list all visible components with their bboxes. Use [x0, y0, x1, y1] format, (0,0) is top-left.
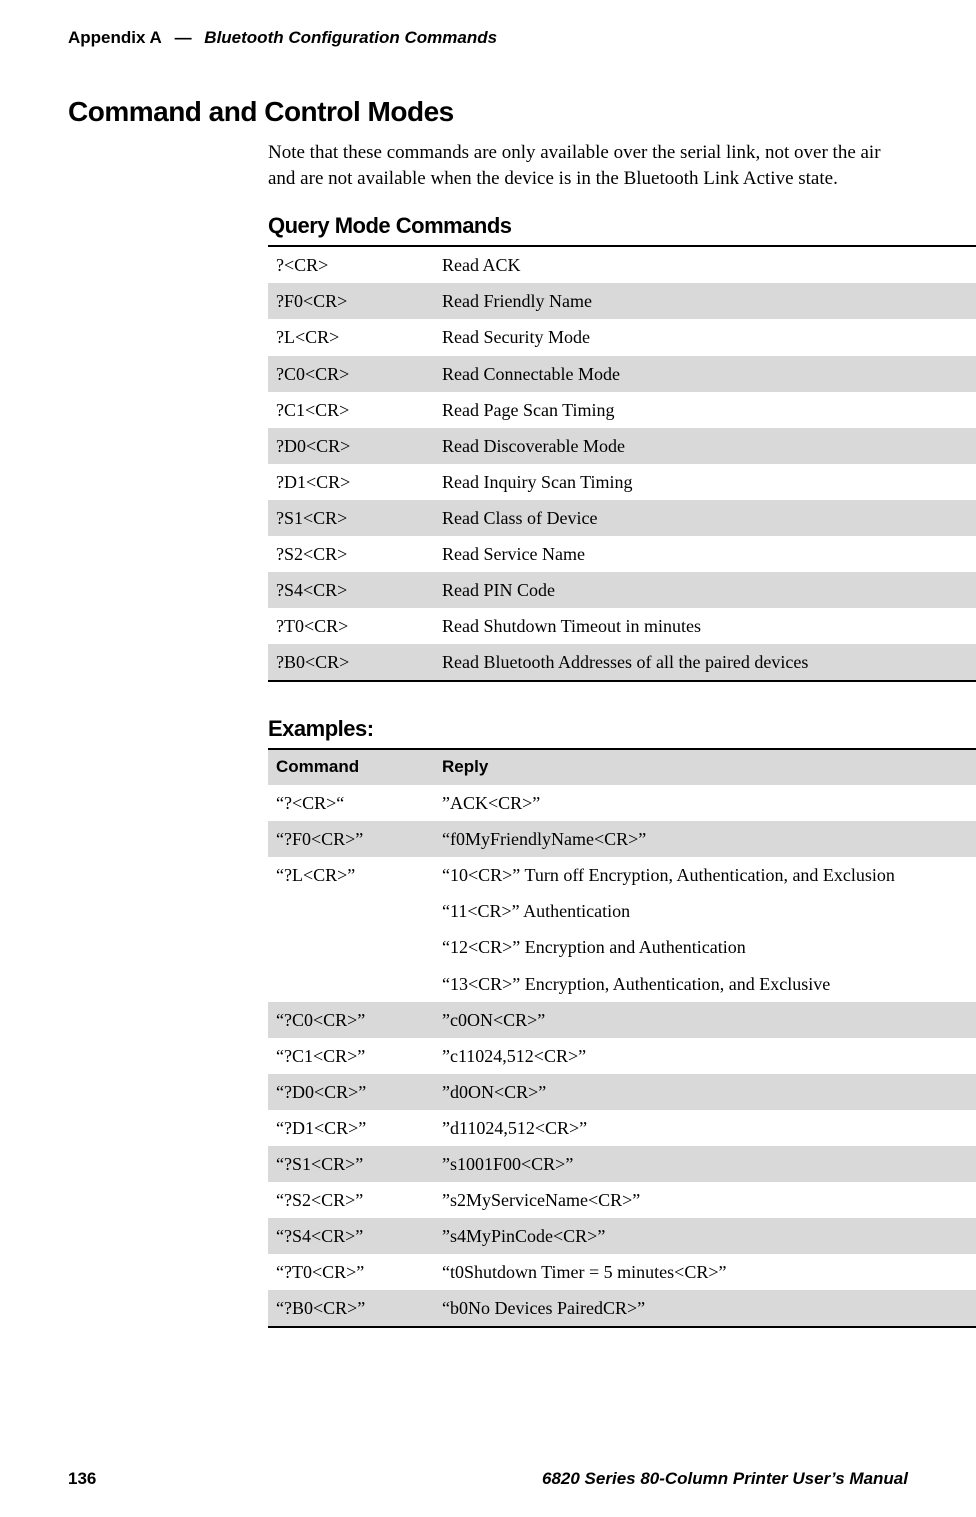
table-row: ?D1<CR>Read Inquiry Scan Timing	[268, 464, 976, 500]
command-cell: ?B0<CR>	[268, 644, 434, 681]
reply-cell: ”ACK<CR>”	[434, 785, 976, 821]
reply-cell: ”s1001F00<CR>”	[434, 1146, 976, 1182]
reply-cell: ”d0ON<CR>”	[434, 1074, 976, 1110]
command-cell: ?S1<CR>	[268, 500, 434, 536]
table-header-row: Command Reply	[268, 749, 976, 785]
command-cell: “?C1<CR>”	[268, 1038, 434, 1074]
description-cell: Read Connectable Mode	[434, 356, 976, 392]
command-cell: “?C0<CR>”	[268, 1002, 434, 1038]
reply-cell: ”c0ON<CR>”	[434, 1002, 976, 1038]
manual-title: 6820 Series 80-Column Printer User’s Man…	[542, 1469, 908, 1489]
command-cell: “?D0<CR>”	[268, 1074, 434, 1110]
description-cell: Read Service Name	[434, 536, 976, 572]
command-cell: “?L<CR>”	[268, 857, 434, 1001]
table-row: ?D0<CR>Read Discoverable Mode	[268, 428, 976, 464]
description-cell: Read Shutdown Timeout in minutes	[434, 608, 976, 644]
description-cell: Read Class of Device	[434, 500, 976, 536]
query-mode-commands-table: ?<CR>Read ACK?F0<CR>Read Friendly Name?L…	[268, 245, 976, 682]
description-cell: Read Bluetooth Addresses of all the pair…	[434, 644, 976, 681]
examples-heading: Examples:	[268, 716, 908, 742]
table-row: “?T0<CR>”“t0Shutdown Timer = 5 minutes<C…	[268, 1254, 976, 1290]
table-row: “?C0<CR>””c0ON<CR>”	[268, 1002, 976, 1038]
command-cell: “?T0<CR>”	[268, 1254, 434, 1290]
table-row: “?C1<CR>””c11024,512<CR>”	[268, 1038, 976, 1074]
reply-cell: “b0No Devices PairedCR>”	[434, 1290, 976, 1327]
command-cell: “?B0<CR>”	[268, 1290, 434, 1327]
table-row: “?D0<CR>””d0ON<CR>”	[268, 1074, 976, 1110]
reply-cell: “t0Shutdown Timer = 5 minutes<CR>”	[434, 1254, 976, 1290]
table-row: ?B0<CR>Read Bluetooth Addresses of all t…	[268, 644, 976, 681]
reply-line: “13<CR>” Encryption, Authentication, and…	[442, 971, 976, 997]
description-cell: Read Friendly Name	[434, 283, 976, 319]
command-cell: “?D1<CR>”	[268, 1110, 434, 1146]
table-row: “?B0<CR>”“b0No Devices PairedCR>”	[268, 1290, 976, 1327]
page-header: Appendix A — Bluetooth Configuration Com…	[68, 28, 908, 48]
table-row: “?F0<CR>”“f0MyFriendlyName<CR>”	[268, 821, 976, 857]
header-dash: —	[175, 28, 192, 47]
table-row: “?<CR>“”ACK<CR>”	[268, 785, 976, 821]
reply-line: “12<CR>” Encryption and Authentication	[442, 934, 976, 960]
chapter-title: Bluetooth Configuration Commands	[204, 28, 497, 47]
table-row: ?C1<CR>Read Page Scan Timing	[268, 392, 976, 428]
command-cell: “?S1<CR>”	[268, 1146, 434, 1182]
page-footer: 136 6820 Series 80-Column Printer User’s…	[68, 1469, 908, 1489]
table-row: ?<CR>Read ACK	[268, 246, 976, 283]
reply-cell: “f0MyFriendlyName<CR>”	[434, 821, 976, 857]
command-cell: ?C1<CR>	[268, 392, 434, 428]
table-row: ?T0<CR>Read Shutdown Timeout in minutes	[268, 608, 976, 644]
reply-cell: “10<CR>” Turn off Encryption, Authentica…	[434, 857, 976, 1001]
command-cell: ?S2<CR>	[268, 536, 434, 572]
table-row: ?C0<CR>Read Connectable Mode	[268, 356, 976, 392]
query-heading: Query Mode Commands	[268, 213, 908, 239]
examples-table: Command Reply “?<CR>“”ACK<CR>”“?F0<CR>”“…	[268, 748, 976, 1328]
command-cell: “?S4<CR>”	[268, 1218, 434, 1254]
table-row: ?S4<CR>Read PIN Code	[268, 572, 976, 608]
appendix-label: Appendix A	[68, 28, 162, 47]
reply-cell: ”s4MyPinCode<CR>”	[434, 1218, 976, 1254]
table-row: “?L<CR>” “10<CR>” Turn off Encryption, Au…	[268, 857, 976, 1001]
page-title: Command and Control Modes	[68, 96, 908, 128]
description-cell: Read PIN Code	[434, 572, 976, 608]
description-cell: Read ACK	[434, 246, 976, 283]
table-row: “?S1<CR>””s1001F00<CR>”	[268, 1146, 976, 1182]
table-row: “?D1<CR>””d11024,512<CR>”	[268, 1110, 976, 1146]
table-row: ?S2<CR>Read Service Name	[268, 536, 976, 572]
command-cell: ?C0<CR>	[268, 356, 434, 392]
command-cell: “?S2<CR>”	[268, 1182, 434, 1218]
column-header-reply: Reply	[434, 749, 976, 785]
reply-cell: ”d11024,512<CR>”	[434, 1110, 976, 1146]
reply-cell: ”s2MyServiceName<CR>”	[434, 1182, 976, 1218]
table-row: ?L<CR>Read Security Mode	[268, 319, 976, 355]
table-row: ?S1<CR>Read Class of Device	[268, 500, 976, 536]
command-cell: ?D1<CR>	[268, 464, 434, 500]
description-cell: Read Page Scan Timing	[434, 392, 976, 428]
table-row: “?S4<CR>””s4MyPinCode<CR>”	[268, 1218, 976, 1254]
command-cell: “?<CR>“	[268, 785, 434, 821]
description-cell: Read Discoverable Mode	[434, 428, 976, 464]
intro-paragraph: Note that these commands are only availa…	[268, 140, 908, 191]
command-cell: ?T0<CR>	[268, 608, 434, 644]
command-cell: ?L<CR>	[268, 319, 434, 355]
command-cell: “?F0<CR>”	[268, 821, 434, 857]
table-row: “?S2<CR>””s2MyServiceName<CR>”	[268, 1182, 976, 1218]
reply-line: “11<CR>” Authentication	[442, 898, 976, 924]
table-row: ?F0<CR>Read Friendly Name	[268, 283, 976, 319]
command-cell: ?<CR>	[268, 246, 434, 283]
command-cell: ?D0<CR>	[268, 428, 434, 464]
reply-cell: ”c11024,512<CR>”	[434, 1038, 976, 1074]
reply-line: “10<CR>” Turn off Encryption, Authentica…	[442, 862, 976, 888]
command-cell: ?F0<CR>	[268, 283, 434, 319]
page-number: 136	[68, 1469, 96, 1488]
command-cell: ?S4<CR>	[268, 572, 434, 608]
description-cell: Read Inquiry Scan Timing	[434, 464, 976, 500]
column-header-command: Command	[268, 749, 434, 785]
description-cell: Read Security Mode	[434, 319, 976, 355]
